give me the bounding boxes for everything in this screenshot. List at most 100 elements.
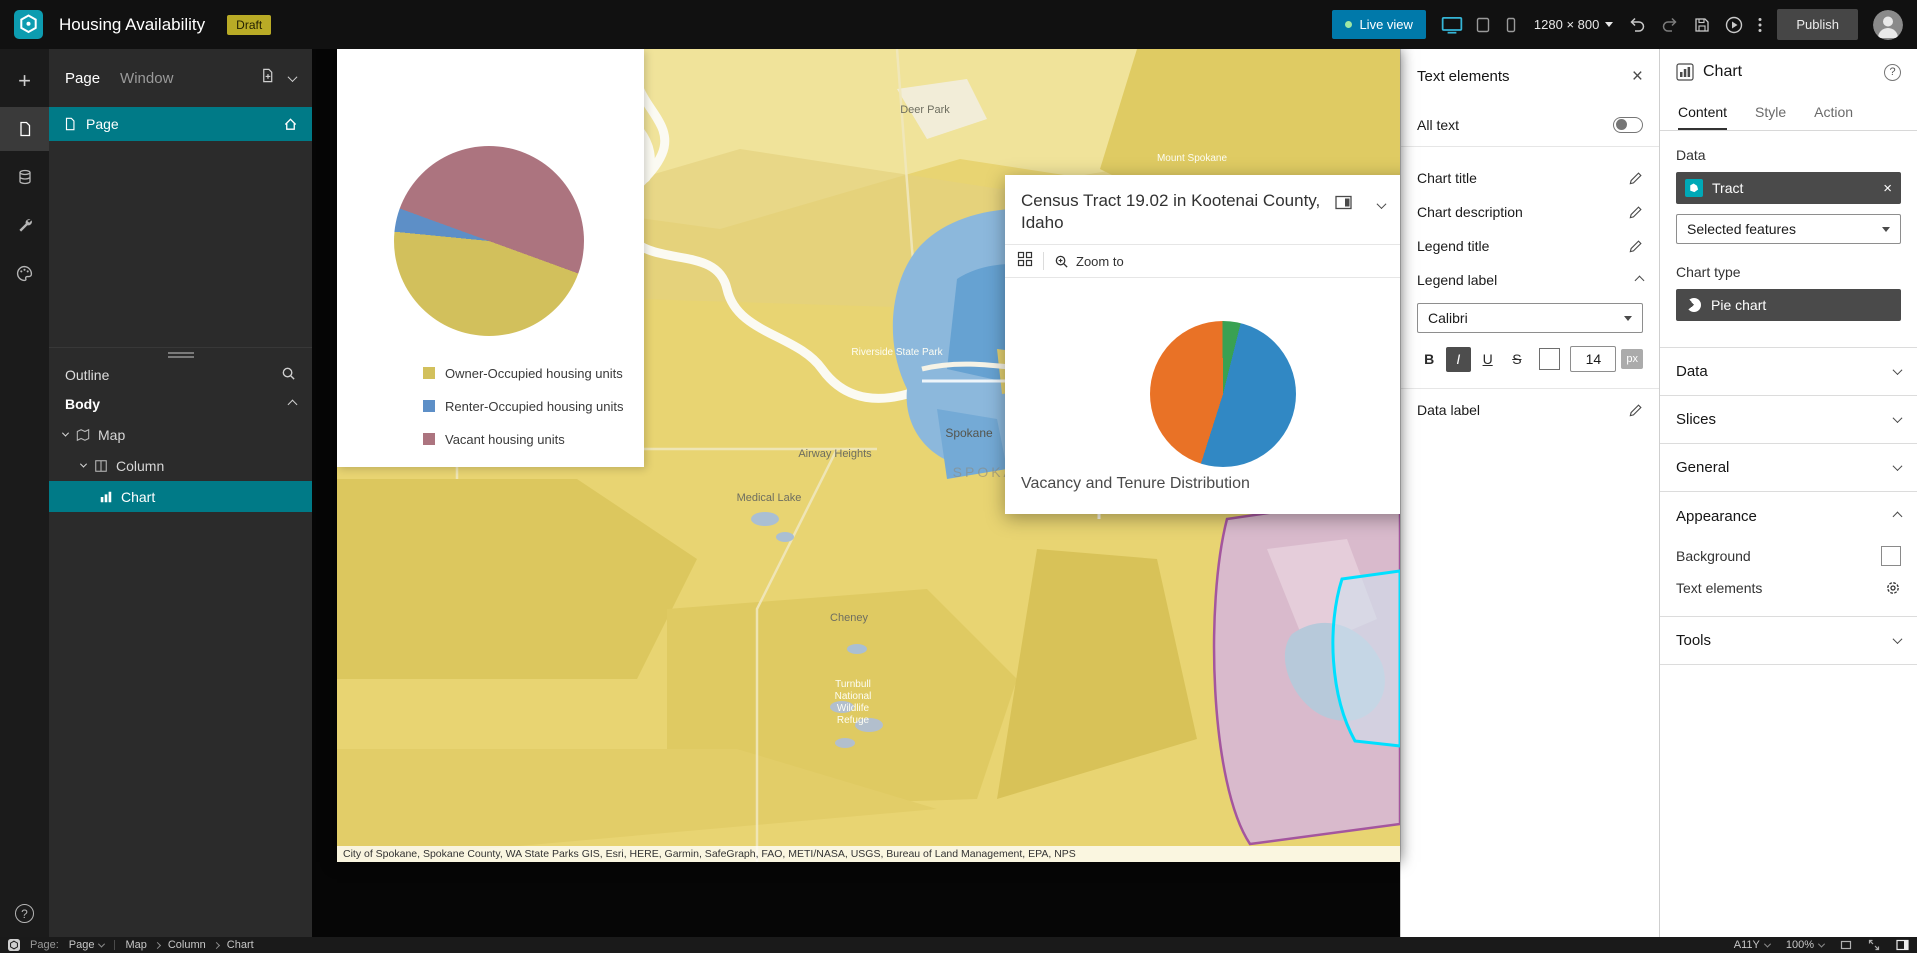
screen-size-selector[interactable]: 1280 × 800 (1534, 17, 1614, 32)
tab-content[interactable]: Content (1678, 95, 1728, 130)
text-elements-panel: Text elements × All text Chart title Cha… (1400, 49, 1659, 937)
page-tool-button[interactable] (0, 107, 49, 151)
edit-pencil-icon[interactable] (1628, 239, 1643, 254)
chart-widget[interactable]: Owner-Occupied housing units Renter-Occu… (337, 49, 644, 467)
selected-features-select[interactable]: Selected features (1676, 214, 1901, 244)
font-color-swatch[interactable] (1539, 348, 1561, 370)
theme-tool-button[interactable] (0, 251, 49, 295)
publish-button[interactable]: Publish (1777, 9, 1858, 40)
experience-builder-app: Housing Availability Draft Live view 128… (0, 0, 1917, 953)
italic-button[interactable]: I (1446, 346, 1471, 372)
caret-down-icon (1624, 315, 1632, 321)
breadcrumb-column[interactable]: Column (168, 939, 206, 951)
chart-settings-panel: Chart ? Content Style Action Data Tract … (1659, 49, 1917, 937)
bold-button[interactable]: B (1417, 347, 1441, 372)
tab-action[interactable]: Action (1814, 95, 1853, 130)
tenure-pie-chart[interactable] (394, 146, 584, 336)
chevron-down-icon (1892, 413, 1903, 424)
section-tools[interactable]: Tools (1660, 617, 1917, 665)
caret-down-icon (1882, 226, 1890, 232)
map-label: Mount Spokane (1157, 153, 1227, 164)
all-text-toggle[interactable] (1613, 116, 1643, 133)
popup-features-icon[interactable] (1017, 251, 1033, 272)
section-slices[interactable]: Slices (1660, 396, 1917, 444)
zoom-to-button[interactable]: Zoom to (1054, 254, 1124, 269)
zoom-level-selector[interactable]: 100% (1786, 939, 1826, 951)
outline-body-row[interactable]: Body (49, 389, 312, 419)
utility-tool-button[interactable] (0, 203, 49, 247)
background-color-swatch[interactable] (1881, 546, 1901, 566)
data-tool-button[interactable] (0, 155, 49, 199)
fullscreen-icon[interactable] (1868, 939, 1880, 951)
more-options-button[interactable] (1758, 17, 1762, 33)
insert-widget-button[interactable]: + (0, 59, 49, 103)
help-icon[interactable]: ? (1884, 63, 1901, 81)
page-selector[interactable]: Page (69, 939, 106, 951)
edit-pencil-icon[interactable] (1628, 171, 1643, 186)
fit-to-screen-icon[interactable] (1840, 939, 1852, 951)
save-button[interactable] (1694, 17, 1710, 33)
tab-page[interactable]: Page (65, 70, 100, 87)
expand-chevron-icon[interactable] (61, 429, 70, 437)
section-general[interactable]: General (1660, 444, 1917, 492)
gear-icon[interactable] (1885, 580, 1901, 596)
data-source-pill[interactable]: Tract × (1676, 172, 1901, 204)
section-appearance[interactable]: Appearance (1660, 492, 1917, 540)
close-icon[interactable]: × (1632, 67, 1643, 86)
redo-button[interactable] (1661, 17, 1679, 33)
panel-toggle-icon[interactable] (1896, 939, 1909, 951)
breadcrumb-chart[interactable]: Chart (227, 939, 254, 951)
page-panel: Page Window Page Outline Body Map Column… (49, 49, 312, 937)
builder-canvas: Deer Park Mount Spokane Riverside State … (312, 49, 1400, 937)
panel-resize-handle[interactable] (49, 347, 312, 361)
data-label: Data (1676, 147, 1706, 163)
legend-label-row[interactable]: Legend label (1401, 263, 1659, 297)
font-size-input[interactable] (1570, 346, 1617, 372)
font-family-select[interactable]: Calibri (1417, 303, 1643, 333)
tablet-view-icon[interactable] (1475, 17, 1491, 33)
preview-button[interactable] (1725, 16, 1743, 34)
page-list-item[interactable]: Page (49, 107, 312, 141)
plus-icon: + (18, 68, 31, 93)
desktop-view-icon[interactable] (1441, 16, 1463, 34)
chart-panel-icon (1676, 63, 1694, 81)
phone-view-icon[interactable] (1503, 17, 1519, 33)
user-avatar[interactable] (1873, 9, 1903, 40)
data-label-row: Data label (1401, 393, 1659, 427)
caret-down-icon (1605, 22, 1614, 27)
unit-chip: px (1621, 349, 1644, 369)
search-icon[interactable] (281, 366, 296, 384)
add-page-icon[interactable] (260, 68, 275, 88)
live-dot-icon (1345, 21, 1353, 28)
section-data[interactable]: Data (1660, 348, 1917, 396)
chart-type-button[interactable]: Pie chart (1676, 289, 1901, 321)
expand-chevron-icon[interactable] (79, 460, 88, 468)
map-label: Cheney (830, 612, 868, 624)
help-button[interactable]: ? (15, 904, 34, 923)
all-text-row: All text (1401, 103, 1659, 147)
legend-item: Vacant housing units (423, 431, 624, 447)
home-icon (283, 117, 298, 132)
legend-item: Owner-Occupied housing units (423, 365, 624, 381)
remove-data-icon[interactable]: × (1883, 181, 1892, 196)
column-widget-icon (94, 459, 108, 473)
edit-pencil-icon[interactable] (1628, 205, 1643, 220)
tree-item-chart[interactable]: Chart (49, 481, 312, 512)
breadcrumb-map[interactable]: Map (125, 939, 146, 951)
collapse-popup-icon[interactable] (1376, 196, 1387, 214)
chevron-down-icon[interactable] (287, 69, 298, 87)
tree-item-map[interactable]: Map (49, 419, 312, 450)
page-artboard: Deer Park Mount Spokane Riverside State … (337, 49, 1400, 862)
tab-style[interactable]: Style (1755, 95, 1786, 130)
arcgis-logo-icon (8, 939, 20, 951)
app-logo-icon[interactable] (14, 10, 43, 39)
live-view-button[interactable]: Live view (1332, 10, 1426, 39)
a11y-button[interactable]: A11Y (1734, 939, 1771, 951)
dock-icon[interactable] (1335, 195, 1352, 215)
undo-button[interactable] (1628, 17, 1646, 33)
tab-window[interactable]: Window (120, 70, 173, 87)
tree-item-column[interactable]: Column (49, 450, 312, 481)
underline-button[interactable]: U (1476, 347, 1500, 372)
edit-pencil-icon[interactable] (1628, 403, 1643, 418)
strikethrough-button[interactable]: S (1505, 347, 1529, 372)
